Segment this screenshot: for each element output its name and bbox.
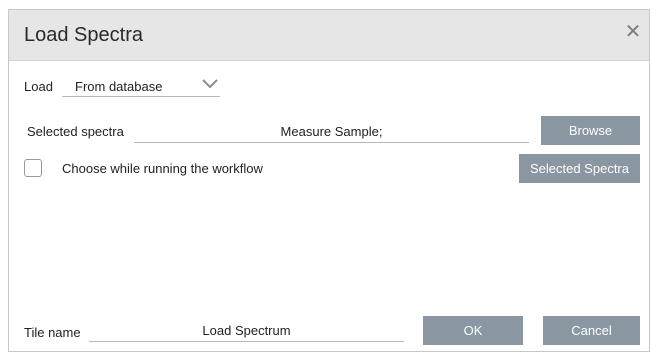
tile-name-value: Load Spectrum: [202, 323, 291, 338]
tile-name-input[interactable]: Load Spectrum: [89, 320, 404, 342]
load-source-value: From database: [75, 79, 163, 94]
cancel-button[interactable]: Cancel: [543, 316, 640, 345]
load-spectra-dialog: Load Spectra ✕ Load From database Select…: [8, 9, 650, 352]
selected-spectra-field[interactable]: Measure Sample;: [134, 121, 529, 143]
selected-spectra-value: Measure Sample;: [280, 124, 383, 139]
dialog-title-bar: Load Spectra ✕: [9, 10, 649, 61]
selected-spectra-label: Selected spectra: [27, 124, 124, 139]
browse-button[interactable]: Browse: [541, 116, 640, 145]
dialog-title: Load Spectra: [24, 24, 143, 46]
choose-while-running-checkbox[interactable]: [24, 159, 42, 177]
choose-while-running-label: Choose while running the workflow: [62, 161, 263, 176]
load-label: Load: [24, 79, 53, 94]
close-icon[interactable]: ✕: [623, 21, 643, 43]
tile-name-label: Tile name: [24, 325, 81, 340]
chevron-down-icon: [202, 79, 218, 89]
selected-spectra-button[interactable]: Selected Spectra: [519, 154, 640, 183]
load-source-select[interactable]: From database: [62, 75, 220, 97]
ok-button[interactable]: OK: [423, 316, 523, 345]
